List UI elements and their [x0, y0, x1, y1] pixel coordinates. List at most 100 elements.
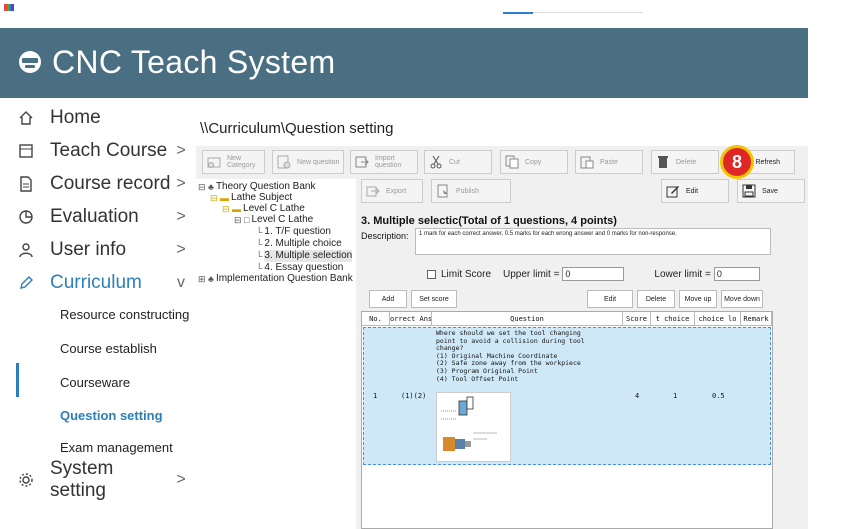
active-indicator [16, 363, 19, 397]
publish-button[interactable]: Publish [431, 179, 511, 203]
copy-label: Copy [525, 158, 542, 166]
sidebar-item-label: User info [50, 239, 127, 260]
chevron-right-icon: > [176, 471, 186, 488]
copy-button[interactable]: Copy [500, 150, 568, 174]
edit-button[interactable]: Edit [661, 179, 729, 203]
table-row[interactable]: 1 (1)(2) Where should we set the tool ch… [363, 327, 771, 465]
cell-score: 4 [635, 392, 640, 400]
cut-label: Cut [449, 158, 460, 166]
export-icon [366, 184, 380, 198]
save-button[interactable]: Save [737, 179, 805, 203]
app-logo-icon [19, 51, 41, 73]
edit-label: Edit [686, 187, 699, 195]
sidebar-item-label: Evaluation [50, 206, 139, 227]
new-category-icon [207, 155, 221, 169]
tree-node-level-c-lathe-child[interactable]: ⊟ □ Level C Lathe [234, 214, 313, 226]
export-label: Export [386, 187, 407, 195]
cut-button[interactable]: Cut [424, 150, 492, 174]
new-question-icon [277, 155, 291, 169]
sidebar-item-curriculum[interactable]: Curriculum v [16, 268, 188, 298]
column-header-no[interactable]: No. [362, 312, 390, 326]
upper-limit-label: Upper limit = [503, 268, 560, 280]
chevron-down-icon: v [177, 274, 185, 291]
lower-limit-label: Lower limit = [654, 268, 711, 280]
sidebar-item-label: System setting [50, 458, 114, 501]
cell-no: 1 [373, 392, 378, 400]
refresh-label: Refresh [755, 158, 780, 166]
loading-indicator [503, 12, 533, 14]
question-bank-tree: ⊟ ♣ Theory Question Bank ⊟ ▬ Lathe Subject… [196, 179, 356, 529]
sidebar-item-label: Course record [50, 173, 171, 194]
breadcrumb: \\Curriculum\Question setting [200, 120, 394, 137]
sidebar: Home Teach Course > Course record > Eval… [0, 98, 190, 529]
edit-row-button[interactable]: Edit [587, 290, 633, 308]
document-icon [16, 174, 36, 194]
app-root: CNC Teach System Home Teach Course > Cou… [0, 0, 842, 529]
tree-node-multiple-selection[interactable]: └ 3. Multiple selection [256, 250, 353, 262]
sidebar-subitem-course-establish[interactable]: Course establish [60, 340, 157, 358]
sidebar-item-home[interactable]: Home [16, 103, 188, 133]
new-category-label: New Category [227, 155, 256, 169]
new-question-button[interactable]: New question [272, 150, 344, 174]
sidebar-item-evaluation[interactable]: Evaluation > [16, 202, 188, 232]
limit-score-checkbox[interactable] [427, 269, 436, 279]
sidebar-item-system-setting[interactable]: System setting > [16, 458, 188, 501]
chevron-right-icon: > [176, 208, 186, 225]
column-header-remark[interactable]: Remark [741, 312, 772, 326]
description-field[interactable]: 1 mark for each correct answer, 0.5 mark… [415, 228, 771, 255]
sidebar-item-user-info[interactable]: User info > [16, 235, 188, 265]
app-title: CNC Teach System [52, 44, 336, 80]
sidebar-subitem-question-setting[interactable]: Question setting [60, 407, 163, 425]
delete-label: Delete [676, 158, 697, 166]
column-header-correct-choice[interactable]: t choice [651, 312, 695, 326]
move-up-button[interactable]: Move up [679, 290, 717, 308]
tree-node-tf-question[interactable]: └ 1. T/F question [256, 226, 331, 238]
tree-node-implementation-bank[interactable]: ⊞ ♣ Implementation Question Bank [198, 273, 353, 285]
tree-node-label: 2. Multiple choice [264, 238, 342, 249]
import-question-label: Import question [375, 155, 402, 169]
save-label: Save [762, 187, 778, 195]
questions-grid: No. orrect Ans Question Score t choice c… [361, 311, 773, 529]
sidebar-subitem-exam-management[interactable]: Exam management [60, 439, 173, 457]
paste-label: Paste [600, 158, 618, 166]
new-question-label: New question [297, 158, 340, 166]
user-icon [16, 240, 36, 260]
column-header-question[interactable]: Question [432, 312, 623, 326]
window-top-strip [0, 0, 842, 28]
new-category-button[interactable]: New Category [202, 150, 265, 174]
column-header-correct-answer[interactable]: orrect Ans [390, 312, 432, 326]
paste-button[interactable]: Paste [575, 150, 643, 174]
sidebar-item-label: Home [50, 107, 101, 128]
import-question-button[interactable]: Import question [350, 150, 418, 174]
tree-node-label: Level C Lathe [251, 214, 314, 225]
book-icon [16, 141, 36, 161]
question-line: point to avoid a collision during tool [436, 336, 585, 345]
tree-node-label: 3. Multiple selection [264, 250, 353, 262]
tree-node-multiple-choice[interactable]: └ 2. Multiple choice [256, 238, 342, 250]
chevron-right-icon: > [176, 241, 186, 258]
home-icon [16, 108, 36, 128]
scissors-icon [429, 155, 443, 169]
move-down-button[interactable]: Move down [721, 290, 763, 308]
cell-correct-choice: 1 [673, 392, 678, 400]
publish-icon [436, 184, 450, 198]
sidebar-subitem-courseware[interactable]: Courseware [60, 374, 130, 392]
limit-score-label: Limit Score [441, 268, 492, 280]
sidebar-subitem-resource-constructing[interactable]: Resource constructing [60, 306, 189, 324]
export-button[interactable]: Export [361, 179, 423, 203]
delete-button[interactable]: Delete [651, 150, 719, 174]
column-header-score[interactable]: Score [623, 312, 651, 326]
delete-row-button[interactable]: Delete [637, 290, 675, 308]
lower-limit-input[interactable]: 0 [713, 267, 760, 281]
pie-chart-icon [16, 207, 36, 227]
add-button[interactable]: Add [369, 290, 407, 308]
column-header-choice-loss[interactable]: choice lo [695, 312, 741, 326]
set-score-button[interactable]: Set score [411, 290, 457, 308]
loading-track [533, 12, 643, 13]
chevron-right-icon: > [176, 175, 186, 192]
pencil-icon [16, 273, 36, 293]
sidebar-item-course-record[interactable]: Course record > [16, 169, 188, 199]
sidebar-item-teach-course[interactable]: Teach Course > [16, 136, 188, 166]
upper-limit-input[interactable]: 0 [562, 267, 625, 281]
cell-choice-loss: 0.5 [712, 392, 725, 400]
